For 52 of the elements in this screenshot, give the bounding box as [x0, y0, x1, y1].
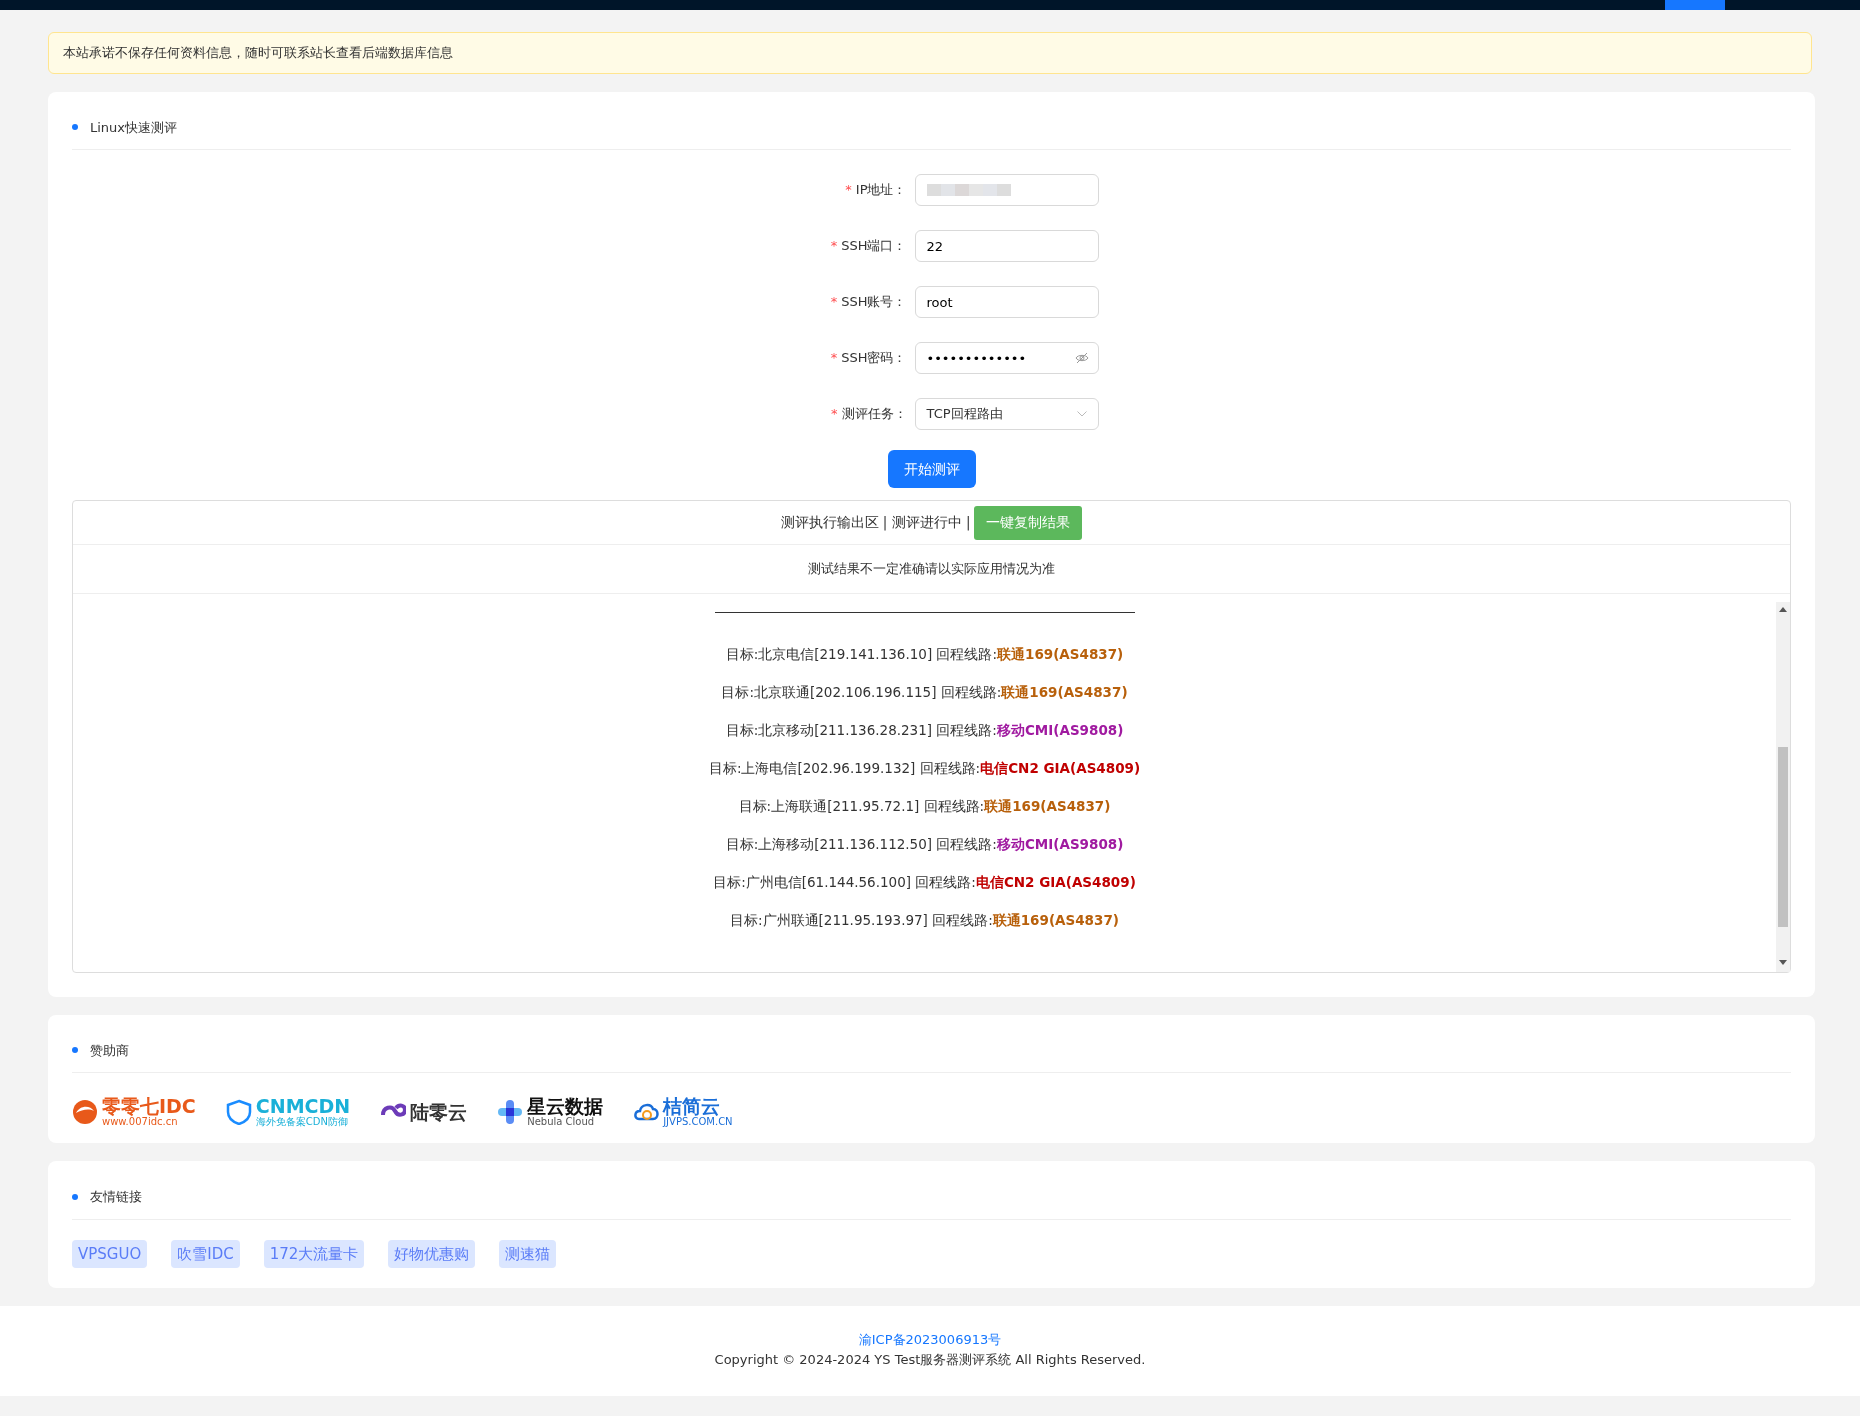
section-title: 赞助商 — [90, 1041, 129, 1060]
required-mark: * — [830, 238, 838, 254]
select-field[interactable]: TCP回程路由 — [914, 398, 1099, 430]
result-line: 目标:上海移动[211.136.112.50] 回程线路:移动CMI(AS9808) — [724, 834, 1125, 854]
sponsor-logo[interactable]: 星云数据 Nebula Cloud — [497, 1097, 604, 1127]
bullet-dot — [72, 1047, 78, 1054]
scroll-up-icon[interactable] — [1778, 605, 1788, 612]
nav-indicator — [1665, 0, 1725, 10]
chevron-down-icon — [1076, 411, 1087, 417]
sponsor-logo[interactable]: 陆零云 — [380, 1099, 468, 1125]
result-line: 目标:广州电信[61.144.56.100] 回程线路:电信CN2 GIA(AS4809) — [712, 872, 1137, 892]
field-label: 测评任务： — [841, 406, 907, 422]
result-line: 目标:上海联通[211.95.72.1] 回程线路:联通169(AS4837) — [737, 796, 1112, 816]
required-mark: * — [845, 182, 852, 198]
scrollbar[interactable] — [1776, 601, 1790, 972]
input-field[interactable]: 22 — [914, 230, 1099, 262]
result-line: 目标:北京移动[211.136.28.231] 回程线路:移动CMI(AS9808) — [724, 720, 1125, 740]
section-title: Linux快速测评 — [90, 118, 178, 137]
friend-link[interactable]: 测速猫 — [499, 1239, 557, 1268]
password-field[interactable]: ••••••••••••• — [914, 342, 1099, 374]
field-label: SSH账号： — [841, 294, 907, 310]
friend-link[interactable]: VPSGUO — [72, 1239, 148, 1268]
sponsor-logo[interactable]: CNMCDN 海外免备案CDN防御 — [225, 1097, 351, 1127]
result-line: 目标:北京联通[202.106.196.115] 回程线路:联通169(AS4837) — [720, 682, 1129, 702]
copy-button[interactable]: 一键复制结果 — [974, 505, 1083, 540]
result-line: 目标:北京电信[219.141.136.10] 回程线路:联通169(AS4837) — [724, 644, 1125, 664]
scroll-thumb[interactable] — [1778, 746, 1788, 927]
status-text: 测评执行输出区 | 测评进行中 | — [780, 513, 971, 533]
start-button[interactable]: 开始测评 — [887, 450, 976, 488]
field-label: IP地址： — [855, 182, 907, 198]
sponsor-logo[interactable]: 零零七IDC www.007idc.cn — [72, 1097, 196, 1127]
sponsor-logo[interactable]: 桔简云 JJVPS.COM.CN — [633, 1097, 733, 1127]
icp-link[interactable]: 渝ICP备2023006913号 — [858, 1332, 1002, 1347]
bullet-dot — [72, 1193, 78, 1200]
result-line: 目标:广州联通[211.95.193.97] 回程线路:联通169(AS4837) — [729, 910, 1120, 930]
eye-slash-icon[interactable] — [1074, 352, 1089, 364]
input-field[interactable]: root — [914, 286, 1099, 318]
notice-banner: 本站承诺不保存任何资料信息，随时可联系站长查看后端数据库信息 — [48, 32, 1812, 74]
scroll-down-icon[interactable] — [1778, 959, 1788, 966]
required-mark: * — [831, 406, 838, 422]
friend-link[interactable]: 好物优惠购 — [388, 1239, 476, 1268]
friend-link[interactable]: 172大流量卡 — [263, 1239, 365, 1268]
bullet-dot — [72, 124, 78, 131]
field-label: SSH端口： — [841, 238, 907, 254]
friend-link[interactable]: 吹雪IDC — [171, 1239, 240, 1268]
section-title: 友情链接 — [90, 1188, 142, 1206]
required-mark: * — [830, 350, 838, 366]
result-line: 目标:上海电信[202.96.199.132] 回程线路:电信CN2 GIA(AS4809) — [707, 758, 1142, 778]
required-mark: * — [830, 294, 838, 310]
copyright-text: Copyright © 2024-2024 YS Test服务器测评系统 All Rights Reserved. — [713, 1350, 1147, 1369]
disclaimer-text: 测试结果不一定准确请以实际应用情况为准 — [73, 545, 1790, 594]
field-label: SSH密码： — [841, 350, 907, 366]
